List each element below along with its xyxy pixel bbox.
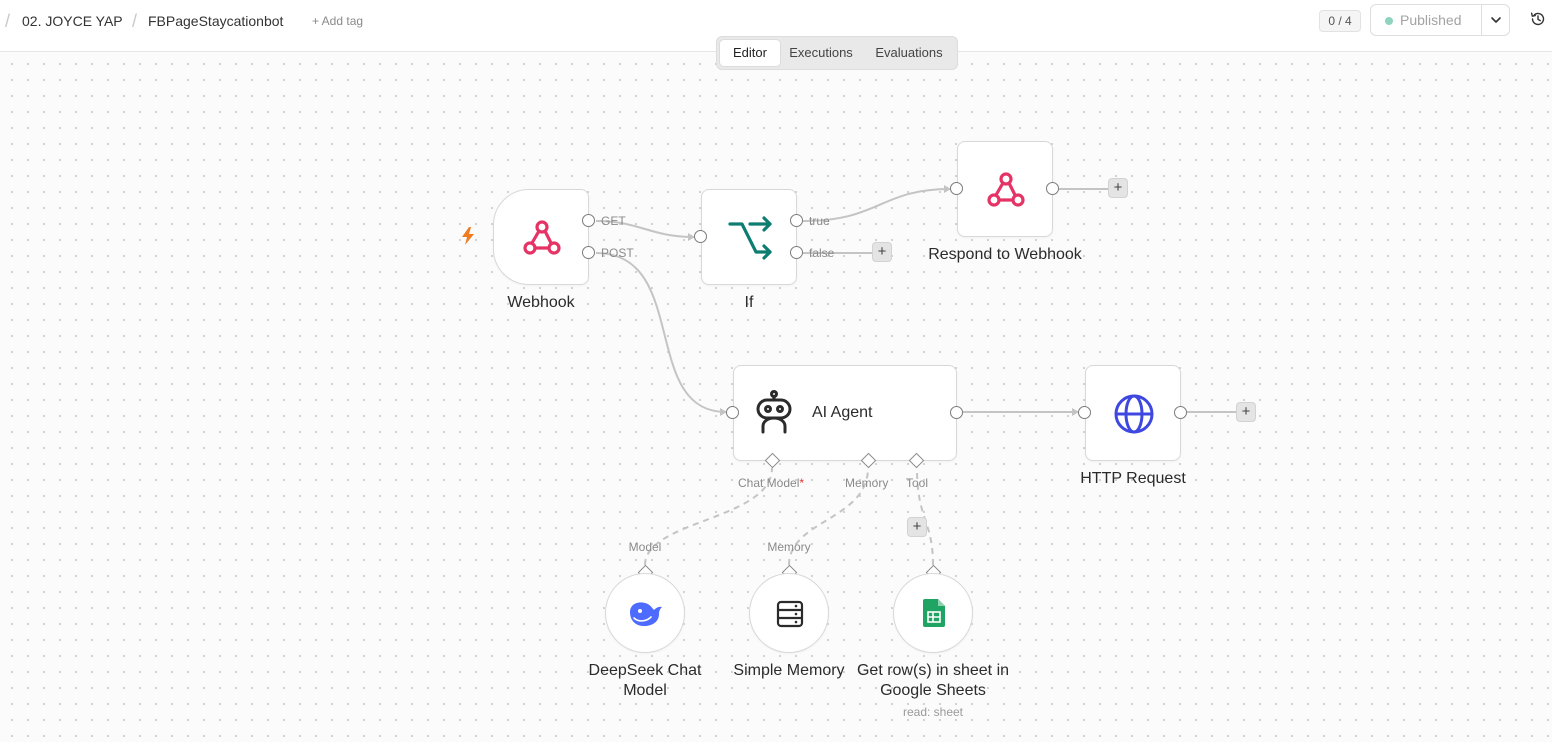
http-node-label: HTTP Request [1080,470,1186,487]
if-input-handle[interactable] [694,230,707,243]
if-node[interactable] [701,189,797,285]
robot-icon [756,390,792,434]
sheets-node-label: Get row(s) in sheet in Google Sheets [856,662,1010,699]
http-add-node-button[interactable]: + [1236,402,1256,422]
agent-tool-label: Tool [906,476,929,490]
ai-agent-node[interactable]: AI Agent [733,365,957,461]
agent-add-tool-button[interactable]: + [907,517,927,537]
respond-node-label: Respond to Webhook [928,246,1082,263]
respond-output-handle[interactable] [1046,182,1059,195]
if-true-label: true [809,214,830,228]
memory-node-label: Simple Memory [733,662,845,679]
agent-input-handle[interactable] [726,406,739,419]
required-marker: * [799,476,805,490]
if-output-true-handle[interactable] [790,214,803,227]
respond-input-handle[interactable] [950,182,963,195]
if-false-add-node-button[interactable]: + [872,242,892,262]
trigger-bolt-icon [462,227,474,245]
globe-icon [1114,394,1154,434]
webhook-icon [523,220,561,255]
respond-add-node-button[interactable]: + [1108,178,1128,198]
agent-output-handle[interactable] [950,406,963,419]
webhook-post-label: POST [601,246,634,260]
agent-memory-label: Memory [845,476,889,490]
agent-chat-model-label: Chat Model* [738,476,805,490]
sheets-node-subtitle: read: sheet [902,705,964,719]
memory-port-label: Memory [767,540,811,554]
http-request-node[interactable] [1085,365,1181,461]
if-false-label: false [809,246,835,260]
google-sheets-node[interactable] [893,573,973,653]
respond-to-webhook-node[interactable] [957,141,1053,237]
branch-icon [728,216,772,260]
webhook-node[interactable] [493,189,589,285]
webhook-icon [987,172,1025,207]
deepseek-model-label: Model [628,540,662,554]
deepseek-chat-model-node[interactable] [605,573,685,653]
webhook-node-label: Webhook [507,294,575,311]
deepseek-node-label: DeepSeek Chat Model [588,662,702,699]
webhook-output-get-handle[interactable] [582,214,595,227]
google-sheets-icon [923,599,945,627]
deepseek-whale-icon [630,602,662,626]
if-output-false-handle[interactable] [790,246,803,259]
ai-agent-title: AI Agent [812,404,873,421]
http-input-handle[interactable] [1078,406,1091,419]
database-icon [776,600,804,628]
webhook-get-label: GET [601,214,626,228]
http-output-handle[interactable] [1174,406,1187,419]
simple-memory-node[interactable] [749,573,829,653]
webhook-output-post-handle[interactable] [582,246,595,259]
if-node-label: If [744,294,754,311]
